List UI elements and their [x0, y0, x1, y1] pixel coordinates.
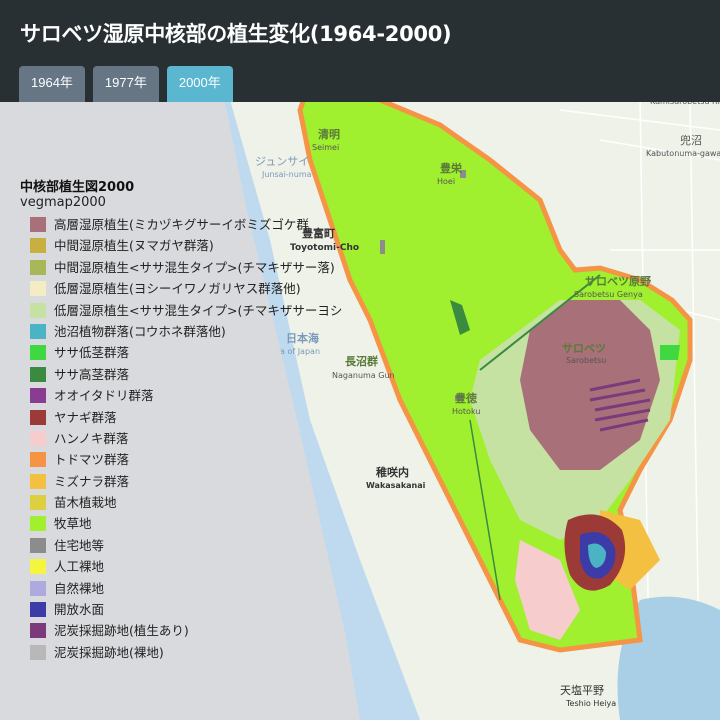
- place-label-en: Kabutonuma-gawa: [646, 149, 720, 158]
- legend-swatch: [30, 217, 46, 232]
- legend-item: トドマツ群落: [30, 450, 360, 471]
- legend-item: 池沼植物群落(コウホネ群落他): [30, 322, 360, 343]
- year-tabs: 1964年 1977年 2000年: [19, 66, 233, 102]
- place-label-en: Sarobetsu Genya: [574, 290, 643, 299]
- legend-item-label: 中間湿原植生(ヌマガヤ群落): [54, 238, 214, 254]
- legend-swatch: [30, 537, 46, 553]
- legend-swatch: [30, 644, 46, 660]
- residential-patch: [380, 240, 385, 254]
- place-label-jp: サロベツ原野: [585, 275, 651, 288]
- legend-item-label: ハンノキ群落: [54, 430, 129, 446]
- legend-item-label: ヤナギ群落: [54, 409, 117, 425]
- place-label-jp: 天塩平野: [560, 683, 604, 697]
- place-label-en: Wakasakanai: [366, 481, 426, 490]
- legend-item-label: ササ高茎群落: [54, 366, 130, 382]
- legend-swatch: [30, 366, 46, 382]
- legend-subtitle: vegmap2000: [20, 195, 106, 210]
- legend-item: 中間湿原植生<ササ混生タイプ>(チマキザサー落): [30, 258, 360, 279]
- legend-item-label: ササ低茎群落: [54, 345, 130, 361]
- legend-item-label: 住宅地等: [54, 537, 105, 553]
- legend-item-label: 低層湿原植生<ササ混生タイプ>(チマキザサーヨシ: [54, 302, 343, 318]
- legend-swatch: [30, 281, 46, 297]
- legend-item-label: トドマツ群落: [54, 452, 130, 468]
- legend-item: 高層湿原植生(ミカヅキグサーイボミズゴケ群: [30, 215, 360, 236]
- legend-item-label: 池沼植物群落(コウホネ群落他): [54, 323, 226, 339]
- legend-item-label: 人工裸地: [54, 559, 105, 575]
- legend-list: 高層湿原植生(ミカヅキグサーイボミズゴケ群 中間湿原植生(ヌマガヤ群落) 中間湿原植…: [30, 215, 360, 664]
- place-label-jp: 豊徳: [455, 391, 477, 405]
- legend-title: 中核部植生図2000: [20, 180, 135, 195]
- legend-swatch: [30, 473, 46, 489]
- legend-swatch: [30, 345, 46, 361]
- place-label-jp: 稚咲内: [376, 465, 409, 479]
- legend-item: 住宅地等: [30, 536, 360, 557]
- legend-swatch: [30, 409, 46, 425]
- legend-swatch: [30, 580, 46, 596]
- place-label-en: Hotoku: [452, 407, 480, 416]
- legend-item: 自然裸地: [30, 579, 360, 600]
- legend-swatch: [30, 430, 46, 446]
- legend-item-label: 開放水面: [54, 602, 105, 618]
- legend-item: ササ高茎群落: [30, 365, 360, 386]
- legend-swatch: [30, 452, 46, 468]
- legend-item: オオイタドリ群落: [30, 386, 360, 407]
- legend-item-label: 泥炭採掘跡地(植生あり): [54, 623, 189, 639]
- legend-swatch: [30, 323, 46, 339]
- legend-swatch: [30, 516, 46, 532]
- legend-item-label: ミズナラ群落: [54, 473, 130, 489]
- legend-swatch: [30, 559, 46, 575]
- sasa-low-patch: [660, 345, 680, 360]
- legend-swatch: [30, 495, 46, 511]
- app-header: サロベツ湿原中核部の植生変化(1964-2000) 1964年 1977年 20…: [0, 0, 720, 102]
- legend-item: 低層湿原植生<ササ混生タイプ>(チマキザサーヨシ: [30, 301, 360, 322]
- legend-swatch: [30, 302, 46, 318]
- legend-item: 開放水面: [30, 600, 360, 621]
- legend-swatch: [30, 602, 46, 618]
- tab-2000[interactable]: 2000年: [166, 66, 233, 102]
- legend-item: 泥炭採掘跡地(植生あり): [30, 621, 360, 642]
- legend-swatch: [30, 623, 46, 639]
- legend-item: ヤナギ群落: [30, 408, 360, 429]
- legend-item: 人工裸地: [30, 557, 360, 578]
- legend-item: 苗木植栽地: [30, 493, 360, 514]
- legend-item-label: 泥炭採掘跡地(裸地): [54, 644, 164, 660]
- legend-item: ハンノキ群落: [30, 429, 360, 450]
- legend-swatch: [30, 388, 46, 404]
- tab-1977[interactable]: 1977年: [92, 66, 159, 102]
- place-label-en: Hoei: [437, 177, 455, 186]
- legend-item-label: 牧草地: [54, 516, 92, 532]
- legend-item: 牧草地: [30, 514, 360, 535]
- legend-swatch: [30, 259, 46, 275]
- legend-swatch: [30, 238, 46, 254]
- legend-item-label: オオイタドリ群落: [54, 388, 154, 404]
- place-label-jp: 豊栄: [440, 161, 463, 175]
- page-title: サロベツ湿原中核部の植生変化(1964-2000): [20, 22, 452, 46]
- legend-item-label: 自然裸地: [54, 580, 105, 596]
- place-label-en: Sarobetsu: [566, 356, 606, 365]
- place-label-en: Teshio Heiya: [565, 699, 616, 708]
- legend-item: 低層湿原植生(ヨシーイワノガリヤス群落他): [30, 279, 360, 300]
- legend-item-label: 中間湿原植生<ササ混生タイプ>(チマキザサー落): [54, 259, 335, 275]
- legend-item: 泥炭採掘跡地(裸地): [30, 643, 360, 664]
- legend-item: 中間湿原植生(ヌマガヤ群落): [30, 236, 360, 257]
- legend-item-label: 高層湿原植生(ミカヅキグサーイボミズゴケ群: [54, 217, 309, 232]
- legend-item: ミズナラ群落: [30, 472, 360, 493]
- place-label-jp: サロベツ: [562, 342, 606, 355]
- legend-item: ササ低茎群落: [30, 343, 360, 364]
- legend-panel: 中核部植生図2000 vegmap2000 高層湿原植生(ミカヅキグサーイボミズ…: [0, 102, 360, 720]
- legend-item-label: 低層湿原植生(ヨシーイワノガリヤス群落他): [54, 281, 301, 297]
- tab-1964[interactable]: 1964年: [19, 66, 85, 102]
- place-label-jp: 兜沼: [680, 133, 702, 147]
- legend-item-label: 苗木植栽地: [54, 495, 117, 511]
